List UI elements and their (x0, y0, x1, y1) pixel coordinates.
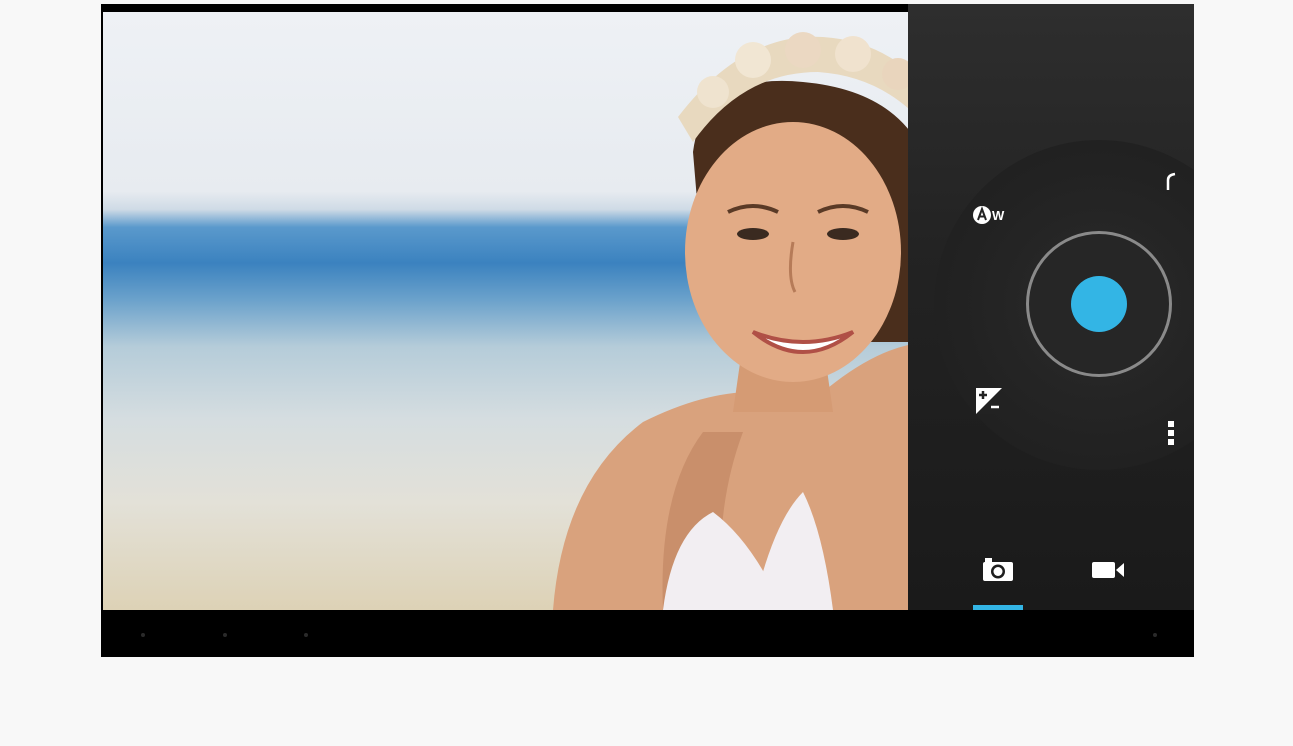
recents-nav-button[interactable] (304, 633, 308, 637)
system-navigation-bar (101, 610, 1194, 657)
tab-photo-mode[interactable] (973, 544, 1023, 610)
preview-image (553, 32, 908, 610)
shutter-dot (1071, 276, 1127, 332)
camera-icon (982, 556, 1014, 587)
menu-nav-button[interactable] (1153, 633, 1157, 637)
auto-white-balance-icon[interactable]: W (972, 204, 1008, 231)
device-screen: W (101, 4, 1194, 657)
exposure-compensation-icon[interactable] (974, 386, 1004, 421)
back-nav-button[interactable] (141, 633, 145, 637)
arc-indicator-icon[interactable] (1166, 172, 1180, 197)
overflow-menu-icon[interactable] (1167, 418, 1175, 453)
home-nav-button[interactable] (223, 633, 227, 637)
shutter-button[interactable] (1026, 231, 1172, 377)
video-camera-icon (1091, 560, 1125, 585)
camera-controls-panel: W (908, 4, 1194, 610)
svg-text:W: W (992, 208, 1005, 223)
camera-viewfinder[interactable] (103, 12, 908, 610)
tab-video-mode[interactable] (1089, 544, 1139, 610)
